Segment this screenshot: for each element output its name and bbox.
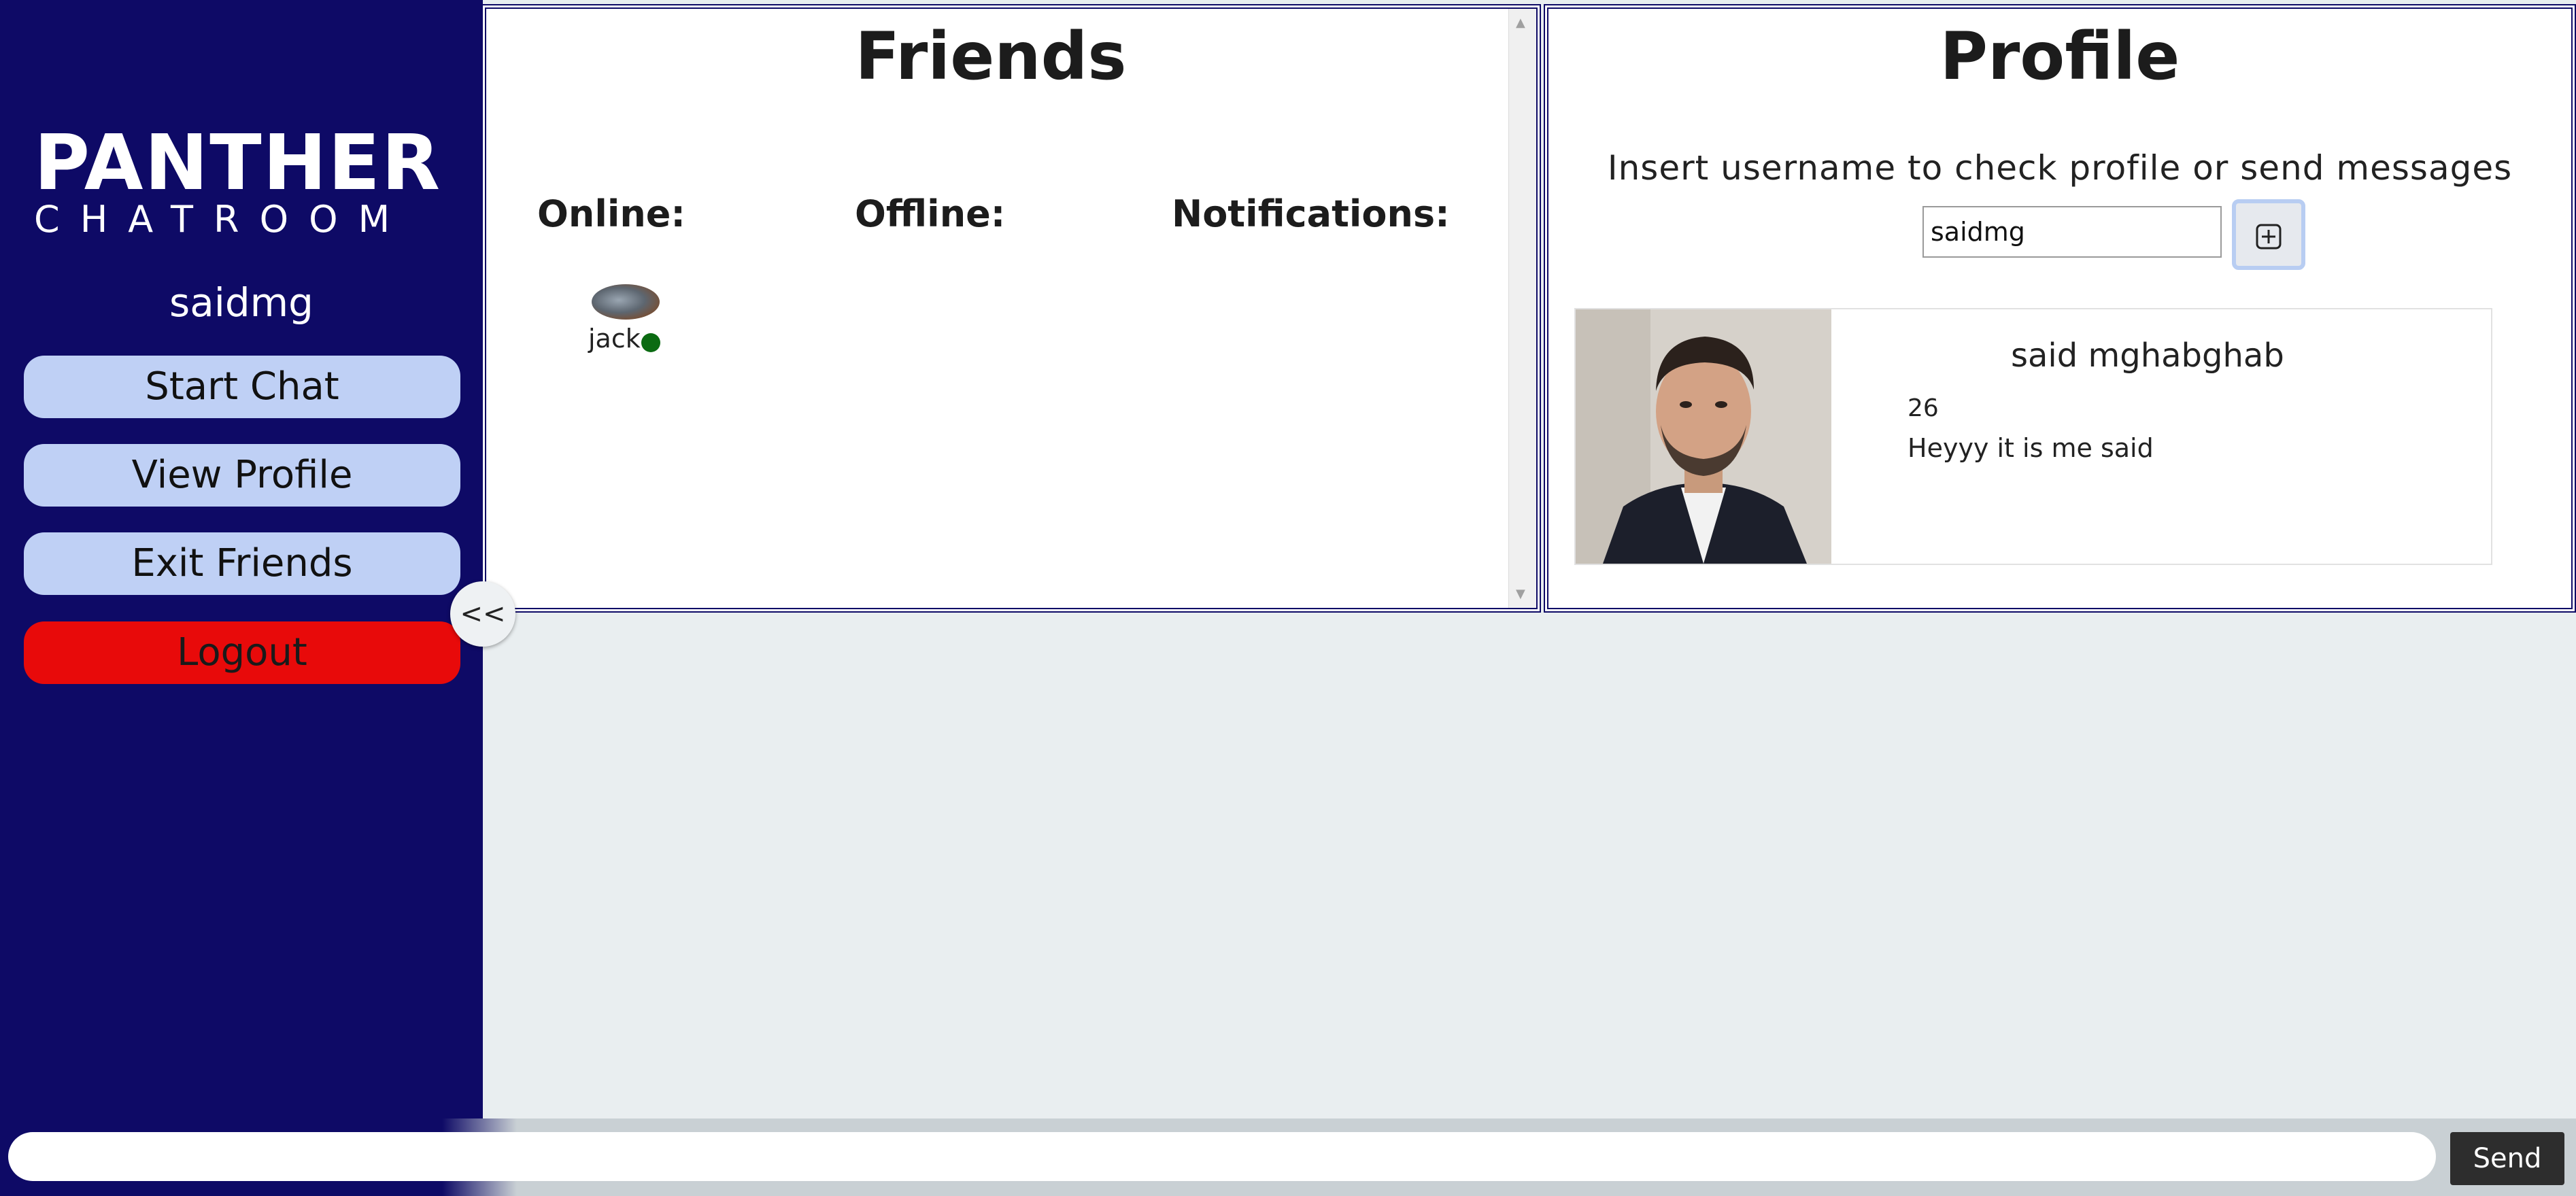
profile-panel: Profile Insert username to check profile… [1544, 4, 2576, 613]
message-bar: Send [0, 1118, 2576, 1196]
friends-panel: Friends Online: Offline: Notifications: … [481, 4, 1541, 613]
friend-item-jack[interactable]: jack [588, 284, 670, 366]
logo-title: PANTHER [34, 119, 442, 207]
logout-button[interactable]: Logout [24, 621, 460, 684]
avatar[interactable] [592, 284, 660, 320]
current-username: saidmg [169, 279, 313, 326]
add-user-button[interactable] [2232, 199, 2305, 270]
logo-subtitle: CHATROOM [34, 198, 411, 241]
friend-name[interactable]: jack [588, 324, 641, 354]
scroll-up-icon[interactable]: ▲ [1516, 16, 1525, 30]
start-chat-button[interactable]: Start Chat [24, 356, 460, 418]
exit-friends-button[interactable]: Exit Friends [24, 532, 460, 595]
notifications-column-label: Notifications: [1172, 192, 1450, 235]
profile-photo [1576, 309, 1831, 564]
online-column-label: Online: [537, 192, 686, 235]
offline-column-label: Offline: [855, 192, 1006, 235]
profile-instruction: Insert username to check profile or send… [1607, 148, 2513, 188]
panther-chatroom-logo: PANTHER CHATROOM [34, 125, 440, 240]
profile-bio: Heyyy it is me said [1908, 433, 2154, 463]
friends-title: Friends [855, 18, 1127, 95]
username-search-input[interactable] [1922, 206, 2222, 258]
message-input[interactable] [8, 1132, 2436, 1181]
plus-square-icon [2256, 224, 2282, 249]
scroll-down-icon[interactable]: ▼ [1516, 587, 1525, 601]
profile-full-name: said mghabghab [2011, 337, 2284, 375]
send-button[interactable]: Send [2450, 1132, 2564, 1185]
friends-scrollbar[interactable]: ▲ ▼ [1508, 9, 1536, 608]
profile-age: 26 [1908, 394, 1939, 422]
collapse-sidebar-button[interactable]: << [450, 581, 515, 647]
sidebar: PANTHER CHATROOM saidmg Start Chat View … [0, 0, 483, 1196]
profile-card: said mghabghab 26 Heyyy it is me said [1574, 308, 2492, 565]
profile-title: Profile [1939, 18, 2180, 95]
online-status-dot [641, 333, 660, 352]
view-profile-button[interactable]: View Profile [24, 444, 460, 507]
